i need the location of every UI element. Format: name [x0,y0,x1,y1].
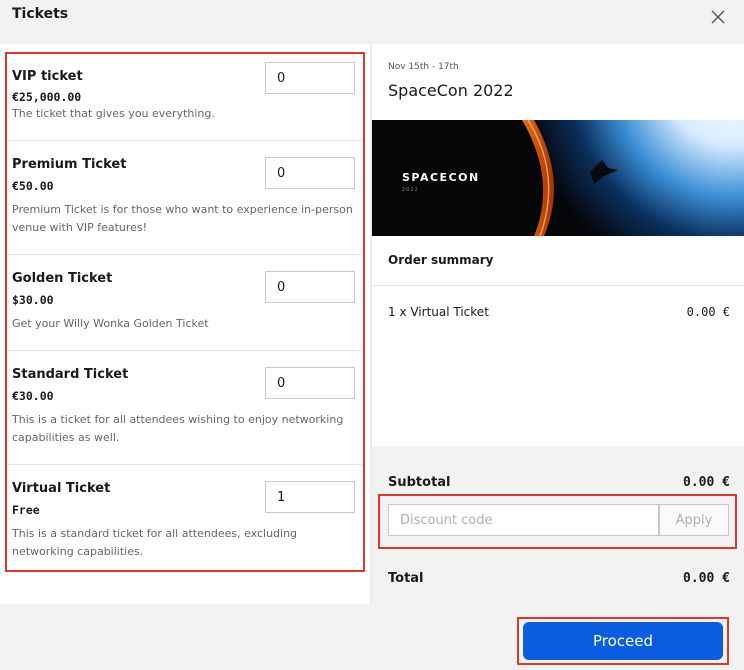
ticket-description: Get your Willy Wonka Golden Ticket [12,317,209,330]
order-line-price: 0.00 € [686,305,730,319]
ticket-item: Golden Ticket $30.00 Get your Willy Wonk… [7,255,363,351]
ticket-quantity-input[interactable] [265,481,355,513]
order-summary-label: Order summary [388,253,494,267]
event-title: SpaceCon 2022 [388,81,514,100]
modal-title: Tickets [12,6,69,22]
order-totals: Subtotal 0.00 € Apply Total 0.00 € [372,446,744,604]
event-dates: Nov 15th - 17th [388,62,459,72]
modal-header: Tickets [0,0,744,44]
discount-section: Apply [378,494,737,549]
event-banner: SPACECON 2022 [372,120,744,236]
proceed-highlight: Proceed [517,617,729,665]
ticket-name: VIP ticket [12,69,83,84]
ticket-item: Virtual Ticket Free This is a standard t… [7,465,363,570]
ticket-item: Premium Ticket €50.00 Premium Ticket is … [7,141,363,255]
ticket-name: Standard Ticket [12,367,129,382]
modal-footer: Proceed [0,604,744,670]
ticket-list: VIP ticket €25,000.00 The ticket that gi… [5,52,365,572]
total-label: Total [388,571,424,586]
ticket-price: €25,000.00 [12,90,82,104]
ticket-price: Free [12,503,40,517]
ticket-name: Golden Ticket [12,271,113,286]
ticket-price: $30.00 [12,293,54,307]
ticket-name: Virtual Ticket [12,481,111,496]
ticket-quantity-input[interactable] [265,62,355,94]
ticket-price: €30.00 [12,389,54,403]
proceed-button[interactable]: Proceed [523,622,723,660]
banner-logo-subtext: 2022 [402,187,419,193]
total-value: 0.00 € [683,571,730,586]
banner-logo-text: SPACECON [402,171,480,184]
discount-code-input[interactable] [388,504,659,536]
order-line-name: 1 x Virtual Ticket [388,305,489,319]
ticket-price: €50.00 [12,179,54,193]
ticket-item: VIP ticket €25,000.00 The ticket that gi… [7,54,363,141]
order-summary-header: Order summary [372,236,744,286]
order-panel: Nov 15th - 17th SpaceCon 2022 SPACECON 2… [372,44,744,604]
subtotal-label: Subtotal [388,475,451,490]
apply-discount-button[interactable]: Apply [659,504,729,536]
ticket-name: Premium Ticket [12,157,127,172]
ticket-description: Premium Ticket is for those who want to … [12,203,353,234]
ticket-selection-panel: VIP ticket €25,000.00 The ticket that gi… [0,44,370,604]
ticket-description: This is a standard ticket for all attend… [12,527,298,558]
ticket-quantity-input[interactable] [265,271,355,303]
subtotal-value: 0.00 € [683,475,730,490]
ticket-quantity-input[interactable] [265,157,355,189]
ticket-quantity-input[interactable] [265,367,355,399]
ticket-description: The ticket that gives you everything. [12,107,215,120]
event-banner-image: SPACECON 2022 [372,120,744,236]
ticket-item: Standard Ticket €30.00 This is a ticket … [7,351,363,465]
close-icon[interactable] [709,8,727,26]
ticket-description: This is a ticket for all attendees wishi… [12,413,344,444]
